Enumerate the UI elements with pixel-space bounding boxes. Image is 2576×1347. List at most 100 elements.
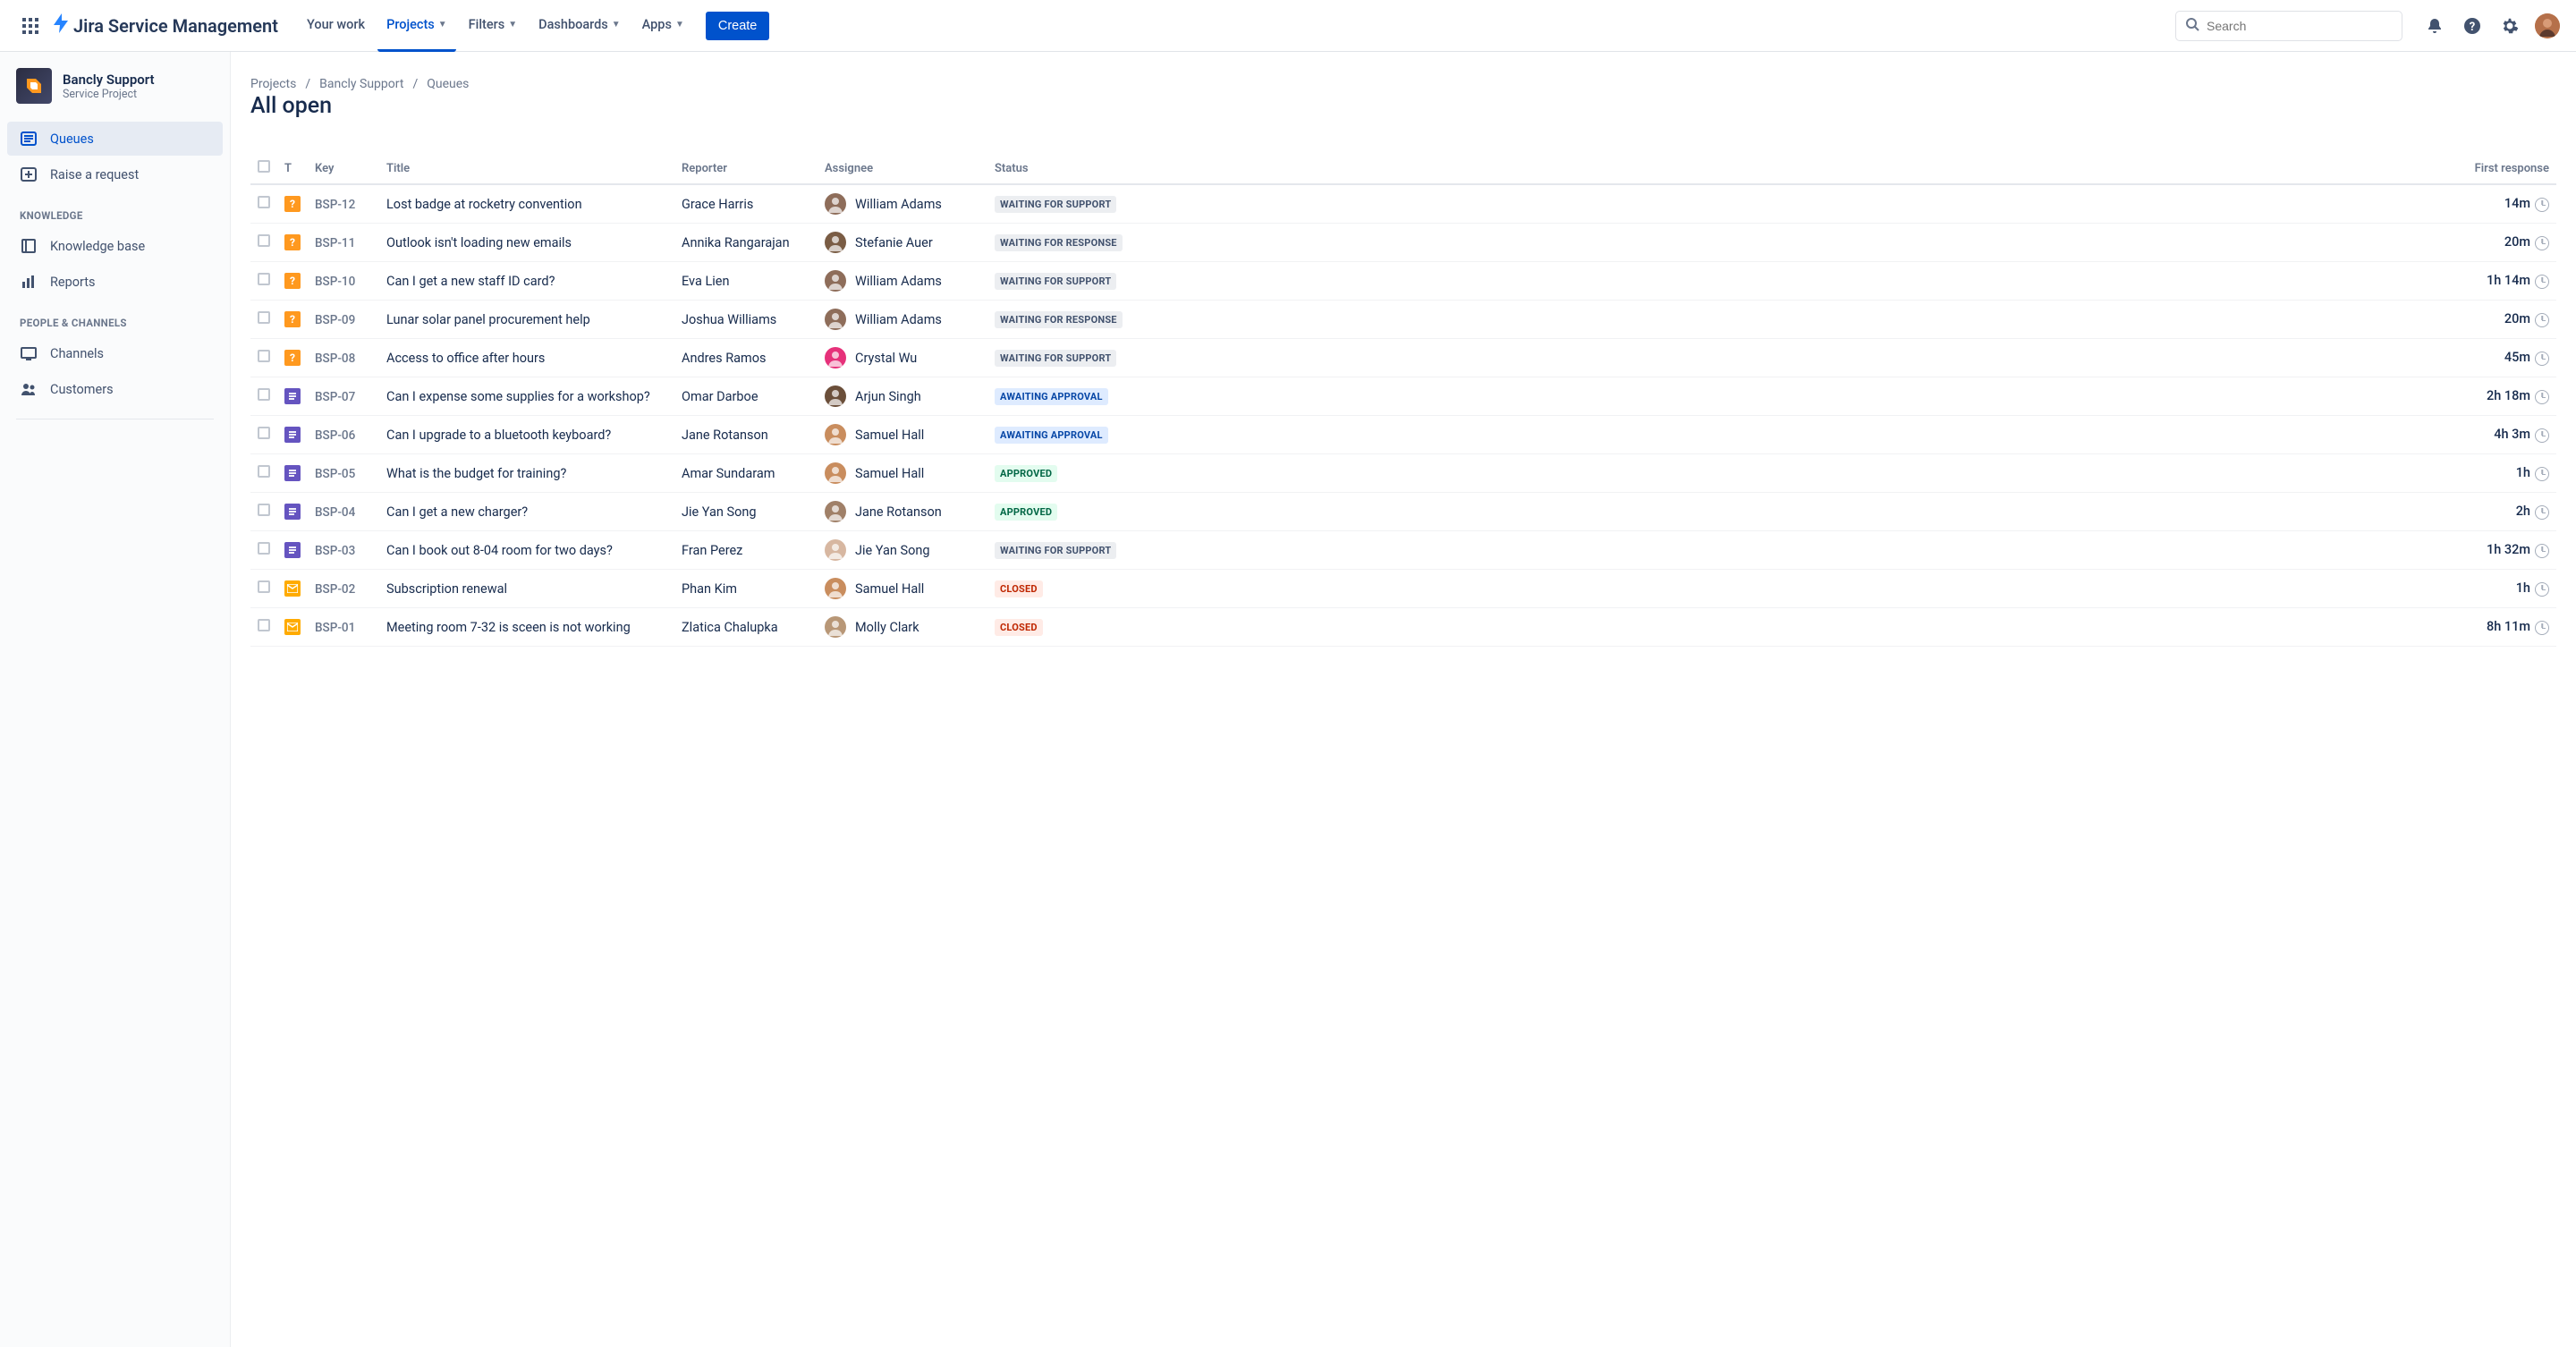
row-checkbox[interactable] [258, 504, 270, 516]
row-checkbox[interactable] [258, 388, 270, 401]
issue-key[interactable]: BSP-08 [315, 352, 355, 366]
assignee-avatar [825, 616, 846, 638]
issue-title[interactable]: Can I get a new staff ID card? [386, 274, 555, 289]
assignee-name: Jie Yan Song [855, 543, 930, 558]
assignee-avatar [825, 501, 846, 522]
nav-filters[interactable]: Filters▼ [460, 0, 526, 52]
issue-key[interactable]: BSP-11 [315, 236, 355, 250]
col-header-first-response[interactable]: First response [1157, 153, 2556, 184]
issue-title[interactable]: What is the budget for training? [386, 466, 566, 481]
col-header-key[interactable]: Key [308, 153, 379, 184]
table-row[interactable]: BSP-02 Subscription renewal Phan Kim Sam… [250, 570, 2556, 608]
issue-title[interactable]: Can I get a new charger? [386, 504, 528, 520]
col-header-status[interactable]: Status [987, 153, 1157, 184]
table-row[interactable]: BSP-01 Meeting room 7-32 is sceen is not… [250, 608, 2556, 647]
row-checkbox[interactable] [258, 542, 270, 555]
table-row[interactable]: BSP-07 Can I expense some supplies for a… [250, 377, 2556, 416]
issue-key[interactable]: BSP-05 [315, 467, 355, 481]
sidebar-item-channels[interactable]: Channels [7, 336, 223, 370]
row-checkbox[interactable] [258, 619, 270, 631]
search-input[interactable] [2207, 19, 2393, 33]
col-header-reporter[interactable]: Reporter [674, 153, 818, 184]
row-checkbox[interactable] [258, 350, 270, 362]
table-row[interactable]: ? BSP-09 Lunar solar panel procurement h… [250, 301, 2556, 339]
issue-key[interactable]: BSP-04 [315, 505, 355, 520]
table-row[interactable]: BSP-03 Can I book out 8-04 room for two … [250, 531, 2556, 570]
assignee-name: Molly Clark [855, 620, 919, 635]
issue-key[interactable]: BSP-10 [315, 275, 355, 289]
row-checkbox[interactable] [258, 427, 270, 439]
crumb-queues[interactable]: Queues [427, 77, 469, 91]
project-header[interactable]: Bancly Support Service Project [7, 68, 223, 120]
issue-title[interactable]: Lunar solar panel procurement help [386, 312, 590, 327]
nav-dashboards[interactable]: Dashboards▼ [530, 0, 630, 52]
select-all-checkbox[interactable] [258, 160, 270, 173]
issue-title[interactable]: Can I book out 8-04 room for two days? [386, 543, 613, 558]
issue-title[interactable]: Can I upgrade to a bluetooth keyboard? [386, 428, 611, 443]
issue-key[interactable]: BSP-07 [315, 390, 355, 404]
profile-avatar[interactable] [2535, 13, 2560, 38]
assignee-name: Samuel Hall [855, 581, 924, 597]
search-icon [2185, 17, 2199, 35]
table-row[interactable]: ? BSP-10 Can I get a new staff ID card? … [250, 262, 2556, 301]
help-icon[interactable]: ? [2460, 13, 2485, 38]
reporter-name: Jane Rotanson [682, 428, 768, 443]
sidebar-heading-people: PEOPLE & CHANNELS [7, 301, 223, 335]
nav-apps[interactable]: Apps▼ [633, 0, 693, 52]
notifications-icon[interactable] [2422, 13, 2447, 38]
col-header-type[interactable]: T [277, 153, 308, 184]
col-header-title[interactable]: Title [379, 153, 674, 184]
reporter-name: Zlatica Chalupka [682, 620, 778, 635]
row-checkbox[interactable] [258, 580, 270, 593]
row-checkbox[interactable] [258, 234, 270, 247]
settings-icon[interactable] [2497, 13, 2522, 38]
table-row[interactable]: BSP-05 What is the budget for training? … [250, 454, 2556, 493]
issue-title[interactable]: Can I expense some supplies for a worksh… [386, 389, 650, 404]
book-icon [20, 237, 38, 255]
table-row[interactable]: ? BSP-08 Access to office after hours An… [250, 339, 2556, 377]
issue-key[interactable]: BSP-12 [315, 198, 355, 212]
col-header-assignee[interactable]: Assignee [818, 153, 987, 184]
search-box[interactable] [2175, 11, 2402, 41]
nav-your-work[interactable]: Your work [298, 0, 374, 52]
issue-key[interactable]: BSP-03 [315, 544, 355, 558]
issue-title[interactable]: Access to office after hours [386, 351, 545, 366]
row-checkbox[interactable] [258, 465, 270, 478]
table-row[interactable]: ? BSP-12 Lost badge at rocketry conventi… [250, 184, 2556, 224]
sidebar-item-queues[interactable]: Queues [7, 122, 223, 156]
nav-projects[interactable]: Projects▼ [377, 0, 456, 52]
create-button[interactable]: Create [706, 12, 770, 40]
issue-title[interactable]: Subscription renewal [386, 581, 507, 597]
sidebar-item-raise-request[interactable]: Raise a request [7, 157, 223, 191]
assignee-name: Crystal Wu [855, 351, 917, 366]
assignee-avatar [825, 424, 846, 445]
table-row[interactable]: BSP-06 Can I upgrade to a bluetooth keyb… [250, 416, 2556, 454]
sidebar-item-knowledge-base[interactable]: Knowledge base [7, 229, 223, 263]
row-checkbox[interactable] [258, 311, 270, 324]
reporter-name: Grace Harris [682, 197, 753, 212]
row-checkbox[interactable] [258, 273, 270, 285]
issue-key[interactable]: BSP-02 [315, 582, 355, 597]
table-row[interactable]: ? BSP-11 Outlook isn't loading new email… [250, 224, 2556, 262]
issue-title[interactable]: Meeting room 7-32 is sceen is not workin… [386, 620, 631, 635]
row-checkbox[interactable] [258, 196, 270, 208]
crumb-project[interactable]: Bancly Support [319, 77, 403, 91]
assignee-name: William Adams [855, 312, 942, 327]
app-switcher-icon[interactable] [16, 12, 45, 40]
request-type-mail-icon [284, 580, 301, 597]
issue-title[interactable]: Outlook isn't loading new emails [386, 235, 572, 250]
sidebar-item-label: Reports [50, 275, 96, 290]
sidebar-item-reports[interactable]: Reports [7, 265, 223, 299]
request-type-question-icon: ? [284, 234, 301, 250]
issue-key[interactable]: BSP-09 [315, 313, 355, 327]
issue-key[interactable]: BSP-06 [315, 428, 355, 443]
clock-icon [2535, 582, 2549, 597]
crumb-projects[interactable]: Projects [250, 77, 296, 91]
issue-title[interactable]: Lost badge at rocketry convention [386, 197, 582, 212]
assignee-name: William Adams [855, 197, 942, 212]
issue-key[interactable]: BSP-01 [315, 621, 355, 635]
table-row[interactable]: BSP-04 Can I get a new charger? Jie Yan … [250, 493, 2556, 531]
product-logo[interactable]: Jira Service Management [52, 13, 278, 38]
sidebar-item-customers[interactable]: Customers [7, 372, 223, 406]
reporter-name: Phan Kim [682, 581, 737, 597]
